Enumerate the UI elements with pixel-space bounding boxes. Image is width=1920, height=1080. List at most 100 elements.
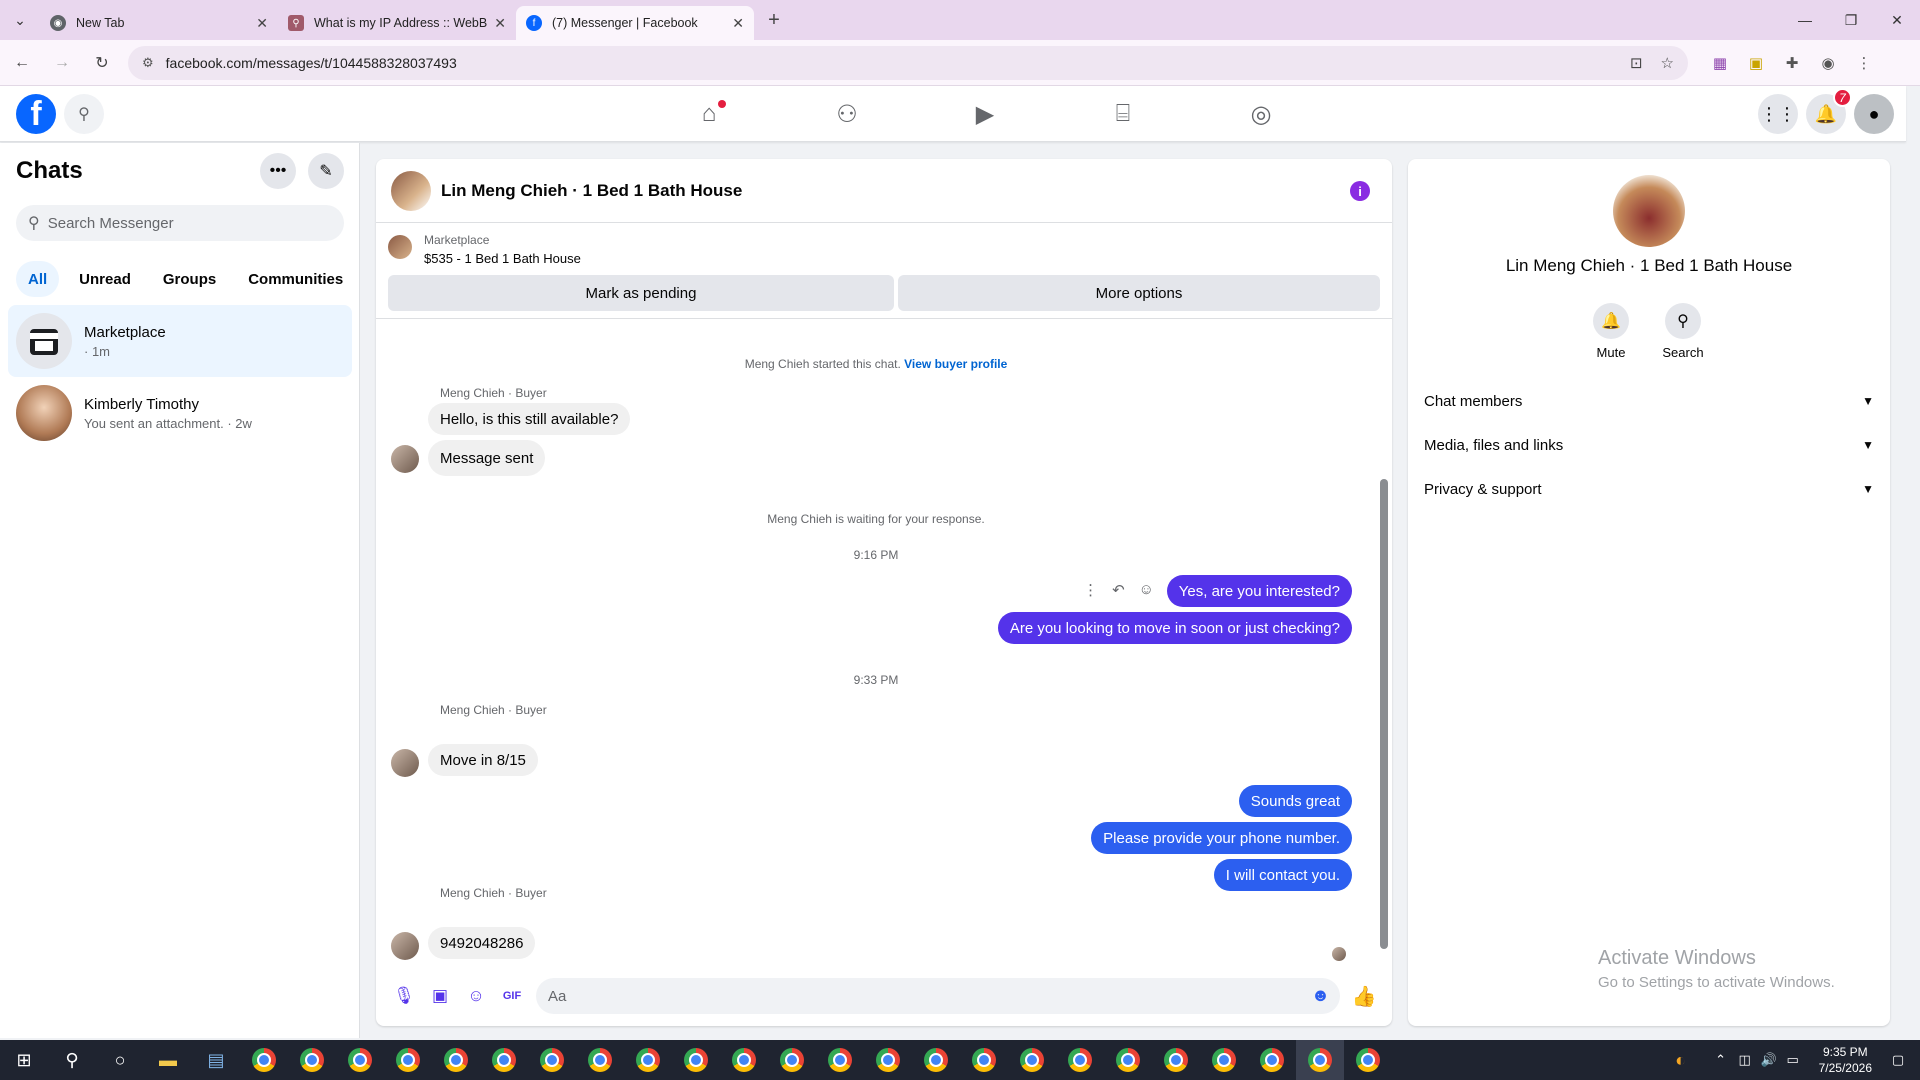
scroll-thumb[interactable]: [1380, 479, 1388, 949]
minimize-icon[interactable]: —: [1782, 0, 1828, 40]
new-message-icon[interactable]: ✎: [308, 153, 344, 189]
chrome-taskbar-icon[interactable]: [960, 1040, 1008, 1080]
chat-options-icon[interactable]: •••: [260, 153, 296, 189]
outgoing-message[interactable]: Yes, are you interested?: [1166, 575, 1352, 607]
back-icon[interactable]: ←: [4, 45, 40, 81]
chrome-taskbar-icon[interactable]: [864, 1040, 912, 1080]
video-icon[interactable]: ▶: [916, 86, 1054, 142]
gif-icon[interactable]: GIF: [494, 978, 530, 1014]
weather-icon[interactable]: ◐: [1669, 1050, 1693, 1071]
new-tab-button[interactable]: +: [758, 4, 790, 36]
section-media-files-links[interactable]: Media, files and links ▼: [1424, 423, 1874, 467]
chrome-taskbar-icon[interactable]: [432, 1040, 480, 1080]
filter-all[interactable]: All: [16, 261, 60, 297]
bookmark-star-icon[interactable]: ☆: [1661, 54, 1674, 72]
incoming-message[interactable]: Move in 8/15: [428, 744, 538, 776]
chrome-taskbar-icon[interactable]: [528, 1040, 576, 1080]
task-view-icon[interactable]: ○: [96, 1040, 144, 1080]
outgoing-message[interactable]: Please provide your phone number.: [1091, 822, 1352, 854]
avatar[interactable]: [1613, 175, 1685, 247]
chrome-taskbar-icon[interactable]: [672, 1040, 720, 1080]
thread-scrollbar[interactable]: [1380, 319, 1388, 959]
chrome-taskbar-icon[interactable]: [1008, 1040, 1056, 1080]
taskbar-clock[interactable]: 9:35 PM 7/25/2026: [1805, 1044, 1886, 1076]
listing-title[interactable]: $535 - 1 Bed 1 Bath House: [424, 251, 581, 266]
notification-center-icon[interactable]: ▢: [1886, 1052, 1910, 1068]
chrome-taskbar-icon[interactable]: [480, 1040, 528, 1080]
facebook-logo-icon[interactable]: f: [16, 94, 56, 134]
filter-unread[interactable]: Unread: [67, 261, 143, 297]
emoji-icon[interactable]: ☻: [1311, 985, 1330, 1006]
friends-icon[interactable]: ⚇: [778, 86, 916, 142]
mute-button[interactable]: 🔔 Mute: [1576, 303, 1646, 360]
extension-icon[interactable]: ▣: [1738, 45, 1774, 81]
react-emoji-icon[interactable]: ☺: [1139, 581, 1154, 599]
browser-tab[interactable]: ◉ New Tab ✕: [40, 6, 278, 40]
incoming-message[interactable]: Hello, is this still available?: [428, 403, 631, 435]
close-tab-icon[interactable]: ✕: [494, 15, 506, 32]
windows-start-icon[interactable]: ⊞: [0, 1040, 48, 1080]
search-messenger-input[interactable]: ⚲ Search Messenger: [16, 205, 344, 241]
notifications-bell-icon[interactable]: 🔔 7: [1806, 88, 1852, 134]
home-icon[interactable]: ⌂: [640, 86, 778, 142]
section-chat-members[interactable]: Chat members ▼: [1424, 379, 1874, 423]
filter-communities[interactable]: Communities: [236, 261, 355, 297]
conversation-title[interactable]: Lin Meng Chieh · 1 Bed 1 Bath House: [441, 181, 742, 201]
chrome-taskbar-icon-active[interactable]: [1296, 1040, 1344, 1080]
camera-icon[interactable]: ◫: [1733, 1052, 1757, 1068]
chrome-taskbar-icon[interactable]: [1056, 1040, 1104, 1080]
tab-search-chevron-icon[interactable]: ⌄: [0, 0, 40, 40]
reply-icon[interactable]: ↶: [1112, 581, 1125, 599]
restore-icon[interactable]: ❐: [1828, 0, 1874, 40]
browser-menu-icon[interactable]: ⋮: [1846, 45, 1882, 81]
thumbs-up-icon[interactable]: 👍: [1346, 978, 1382, 1014]
close-tab-icon[interactable]: ✕: [256, 15, 268, 32]
install-app-icon[interactable]: ⊡: [1630, 54, 1643, 72]
chrome-taskbar-icon[interactable]: [768, 1040, 816, 1080]
more-actions-icon[interactable]: ⋮: [1083, 581, 1098, 599]
mark-pending-button[interactable]: Mark as pending: [388, 275, 894, 311]
extensions-puzzle-icon[interactable]: ✚: [1774, 45, 1810, 81]
profile-icon[interactable]: ◉: [1810, 45, 1846, 81]
chrome-taskbar-icon[interactable]: [336, 1040, 384, 1080]
browser-tab-active[interactable]: f (7) Messenger | Facebook ✕: [516, 6, 754, 40]
more-options-button[interactable]: More options: [898, 275, 1380, 311]
gaming-icon[interactable]: ◎: [1192, 86, 1330, 142]
extension-icon[interactable]: ▦: [1702, 45, 1738, 81]
site-info-icon[interactable]: ⚙: [142, 55, 154, 71]
chrome-taskbar-icon[interactable]: [1344, 1040, 1392, 1080]
search-icon[interactable]: ⚲: [48, 1040, 96, 1080]
search-icon[interactable]: ⚲: [64, 94, 104, 134]
forward-icon[interactable]: →: [44, 45, 80, 81]
section-privacy-support[interactable]: Privacy & support ▼: [1424, 467, 1874, 511]
message-input[interactable]: Aa ☻: [536, 978, 1340, 1014]
outgoing-message[interactable]: Sounds great: [1238, 785, 1352, 817]
chat-list-item[interactable]: Kimberly Timothy You sent an attachment.…: [8, 377, 352, 449]
filter-groups[interactable]: Groups: [151, 261, 228, 297]
browser-tab[interactable]: ⚲ What is my IP Address :: WebBr ✕: [278, 6, 516, 40]
search-button[interactable]: ⚲ Search: [1648, 303, 1718, 360]
reload-icon[interactable]: ↻: [84, 45, 120, 81]
file-explorer-icon[interactable]: ▬: [144, 1040, 192, 1080]
chrome-taskbar-icon[interactable]: [1152, 1040, 1200, 1080]
microphone-icon[interactable]: 🎙: [386, 978, 422, 1014]
chrome-taskbar-icon[interactable]: [384, 1040, 432, 1080]
volume-icon[interactable]: 🔊: [1757, 1052, 1781, 1068]
chrome-taskbar-icon[interactable]: [624, 1040, 672, 1080]
outgoing-message[interactable]: I will contact you.: [1213, 859, 1352, 891]
chrome-taskbar-icon[interactable]: [240, 1040, 288, 1080]
url-bar[interactable]: ⚙ facebook.com/messages/t/10445883280374…: [128, 45, 1688, 80]
marketplace-icon[interactable]: ⌸: [1054, 86, 1192, 142]
sticker-icon[interactable]: ☺: [458, 978, 494, 1014]
chrome-taskbar-icon[interactable]: [576, 1040, 624, 1080]
chrome-taskbar-icon[interactable]: [1104, 1040, 1152, 1080]
notepad-icon[interactable]: ▤: [192, 1040, 240, 1080]
chrome-taskbar-icon[interactable]: [912, 1040, 960, 1080]
view-buyer-profile-link[interactable]: View buyer profile: [904, 357, 1007, 371]
close-tab-icon[interactable]: ✕: [732, 15, 744, 32]
account-avatar[interactable]: ●: [1854, 94, 1894, 134]
avatar[interactable]: [391, 170, 431, 211]
chrome-taskbar-icon[interactable]: [288, 1040, 336, 1080]
network-icon[interactable]: ▭: [1781, 1052, 1805, 1068]
chrome-taskbar-icon[interactable]: [1248, 1040, 1296, 1080]
